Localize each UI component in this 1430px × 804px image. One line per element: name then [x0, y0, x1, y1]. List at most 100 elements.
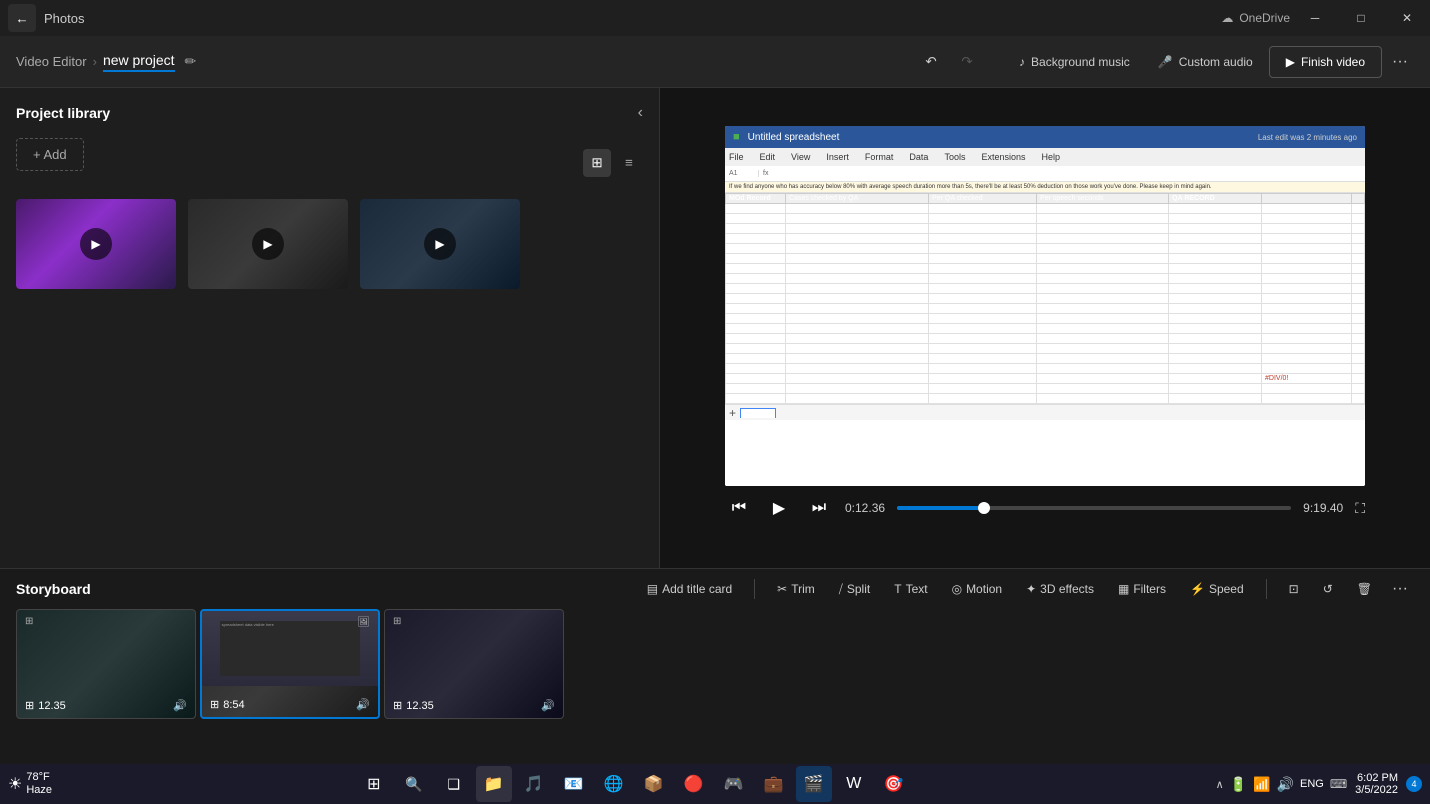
lang-display[interactable]: ENG [1300, 778, 1324, 790]
delete-icon: 🗑 [1357, 582, 1372, 596]
minimize-button[interactable]: ─ [1292, 0, 1338, 36]
search-button[interactable]: 🔍 [396, 766, 432, 802]
clip-inner: spreadsheet data visible here [220, 621, 361, 676]
storyboard-title: Storyboard [16, 581, 91, 597]
audio-icon: 🎤 [1158, 55, 1173, 69]
play-button[interactable]: ▶ [765, 494, 793, 522]
notification-badge[interactable]: 4 [1406, 776, 1422, 792]
breadcrumb: Video Editor › new project ✏ [16, 52, 196, 72]
photos-button[interactable]: 🎬 [796, 766, 832, 802]
ss-menu-help[interactable]: Help [1041, 152, 1060, 162]
ss-menu-view[interactable]: View [791, 152, 810, 162]
grid-view-button[interactable]: ⊞ [583, 149, 611, 177]
ss-row: 214910047.734.9755174981747.9182.8187658… [726, 364, 1365, 374]
taskbar-center: ⊞ 🔍 ❑ 📁 🎵 📧 🌐 📦 🔴 🎮 💼 🎬 W 🎯 [52, 766, 1216, 802]
ss-row: 12437391.615.948556689159230.01191.44741… [726, 254, 1365, 264]
storyboard-more-button[interactable]: ··· [1386, 575, 1414, 603]
progress-bar[interactable] [897, 506, 1291, 510]
ss-menu-data[interactable]: Data [909, 152, 928, 162]
weather-condition: Haze [26, 784, 52, 797]
breadcrumb-app[interactable]: Video Editor [16, 54, 87, 69]
media-item[interactable]: ▶ [360, 199, 520, 289]
toolbar: Video Editor › new project ✏ ↶ ↷ ♪ Backg… [0, 36, 1430, 88]
ss-row: 11505793.464.868453782164361.7962.206912… [726, 324, 1365, 334]
divider [1266, 579, 1267, 599]
mail-button[interactable]: 📧 [556, 766, 592, 802]
ss-th: Per speech seconds [1037, 194, 1169, 204]
ss-menu-extensions[interactable]: Extensions [981, 152, 1025, 162]
custom-audio-button[interactable]: 🎤 Custom audio [1146, 46, 1265, 78]
undo-button[interactable]: ↶ [915, 46, 947, 78]
speed-button[interactable]: ⚡ Speed [1180, 575, 1254, 603]
crop-button[interactable]: ⊡ [1279, 575, 1309, 603]
delete-button[interactable]: 🗑 [1347, 575, 1382, 603]
ss-menu-edit[interactable]: Edit [760, 152, 776, 162]
app-icon-2[interactable]: 🎮 [716, 766, 752, 802]
title-bar: ← Photos ☁ OneDrive ─ □ ✕ [0, 0, 1430, 36]
close-button[interactable]: ✕ [1384, 0, 1430, 36]
list-view-button[interactable]: ≡ [615, 149, 643, 177]
finish-icon: ▶ [1286, 55, 1295, 69]
ss-menu-file[interactable]: File [729, 152, 744, 162]
ss-menu-tools[interactable]: Tools [944, 152, 965, 162]
taskbar-right: ∧ 🔋 📶 🔊 ENG ⌨ 6:02 PM 3/5/2022 4 [1216, 772, 1422, 796]
add-sheet-icon[interactable]: + [729, 406, 736, 420]
ss-row: 172446.752.5973837218036.1971.2024525 [726, 234, 1365, 244]
task-view-button[interactable]: ❑ [436, 766, 472, 802]
background-music-button[interactable]: ♪ Background music [1007, 46, 1142, 78]
skip-forward-button[interactable]: ⏭ [805, 494, 833, 522]
text-icon: T [894, 582, 901, 596]
main-layout: Project library ‹ + Add ⊞ ≡ ▶ ▶ ▶ [0, 88, 1430, 568]
back-button[interactable]: ← [8, 4, 36, 32]
fullscreen-button[interactable]: ⛶ [1355, 500, 1365, 517]
title-bar-left: ← Photos [8, 4, 84, 32]
ss-titlebar: ■ Untitled spreadsheet Last edit was 2 m… [725, 126, 1365, 148]
clip-item[interactable]: 🖼 spreadsheet data visible here ⊞ 8:54 🔊 [200, 609, 380, 719]
media-item[interactable]: ▶ [188, 199, 348, 289]
clip-thumbnail: spreadsheet data visible here [202, 611, 378, 686]
app-icon-1[interactable]: 🔴 [676, 766, 712, 802]
start-button[interactable]: ⊞ [356, 766, 392, 802]
store-button[interactable]: 📦 [636, 766, 672, 802]
collapse-button[interactable]: ‹ [638, 104, 643, 122]
app-icon-4[interactable]: 🎯 [876, 766, 912, 802]
ss-th [1262, 194, 1352, 204]
trim-button[interactable]: ✂ Trim [767, 575, 825, 603]
edge-button[interactable]: 🌐 [596, 766, 632, 802]
filters-button[interactable]: ▦ Filters [1108, 575, 1176, 603]
motion-button[interactable]: ◎ Motion [942, 575, 1013, 603]
maximize-button[interactable]: □ [1338, 0, 1384, 36]
finish-video-button[interactable]: ▶ Finish video [1269, 46, 1382, 78]
clock[interactable]: 6:02 PM 3/5/2022 [1355, 772, 1398, 796]
volume-icon: 🔊 [1277, 776, 1294, 793]
storyboard-header: Storyboard ▤ Add title card ✂ Trim ⧸ Spl… [16, 569, 1414, 609]
ss-menu-format[interactable]: Format [865, 152, 894, 162]
play-overlay: ▶ [424, 228, 456, 260]
ss-note: If we find anyone who has accuracy below… [725, 182, 1365, 193]
file-explorer-button[interactable]: 📁 [476, 766, 512, 802]
clip-audio-icon: 🔊 [173, 699, 187, 712]
add-title-card-button[interactable]: ▤ Add title card [637, 575, 742, 603]
ss-data-area: MOd Record Cases checked by QA Per QA ch… [725, 193, 1365, 486]
split-button[interactable]: ⧸ Split [829, 575, 880, 603]
ss-row: 13342.770.290977444140349.112.391104384 [726, 384, 1365, 394]
clip-item[interactable]: ⊞ ⊞ 12.35 🔊 [384, 609, 564, 719]
ss-menu-insert[interactable]: Insert [826, 152, 849, 162]
text-button[interactable]: T Text [884, 575, 937, 603]
3d-effects-button[interactable]: ✦ 3D effects [1016, 575, 1104, 603]
show-hidden-button[interactable]: ∧ [1216, 778, 1224, 791]
more-options-button[interactable]: ··· [1386, 48, 1414, 76]
word-button[interactable]: W [836, 766, 872, 802]
media-player-button[interactable]: 🎵 [516, 766, 552, 802]
edit-project-name-icon[interactable]: ✏ [185, 53, 197, 70]
app-icon-3[interactable]: 💼 [756, 766, 792, 802]
ss-cell-ref: A1 [729, 170, 759, 177]
clip-item[interactable]: ⊞ ⊞ 12.35 🔊 [16, 609, 196, 719]
media-item[interactable]: ▶ [16, 199, 176, 289]
redo-button[interactable]: ↷ [951, 46, 983, 78]
sheet-tab[interactable]: Sheet1 [740, 408, 776, 418]
add-media-button[interactable]: + Add [16, 138, 84, 171]
weather-widget[interactable]: ☀ 78°F Haze [8, 771, 52, 797]
skip-back-button[interactable]: ⏮ [725, 494, 753, 522]
rotate-button[interactable]: ↺ [1313, 575, 1343, 603]
